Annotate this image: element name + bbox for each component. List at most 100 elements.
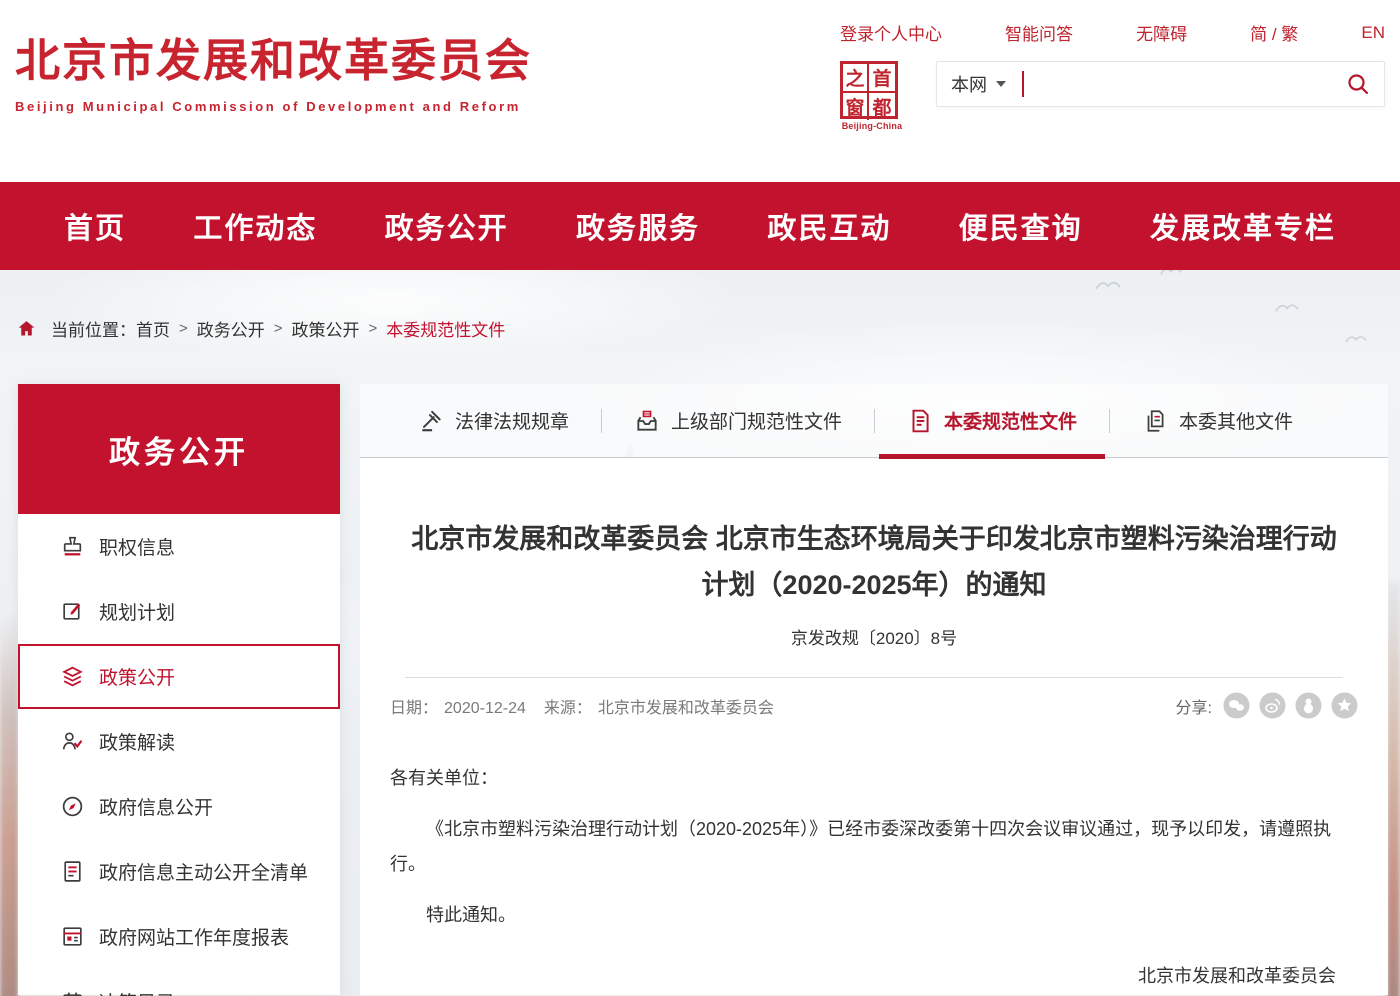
- search-row: 之 首 窗 都 Beijing-China 本网: [840, 61, 1385, 131]
- top-links: 登录个人中心 智能问答 无障碍 简 / 繁 EN: [840, 20, 1385, 45]
- sidebar-item-plans[interactable]: 规划计划: [18, 579, 340, 644]
- article-meta: 日期： 2020-12-24 来源： 北京市发展和改革委员会: [390, 694, 780, 718]
- search-scope-dropdown[interactable]: 本网: [951, 71, 1006, 97]
- closing-line: 特此通知。: [390, 898, 1358, 933]
- tab-label: 法律法规规章: [455, 407, 569, 434]
- breadcrumb-gov-affairs[interactable]: 政务公开: [197, 316, 265, 341]
- main-layout: 政务公开 职权信息 规划计划 政策: [0, 384, 1400, 995]
- sidebar-item-annual-website-report[interactable]: 政府网站工作年度报表: [18, 904, 340, 969]
- sidebar-item-label: 政策解读: [99, 728, 175, 755]
- sidebar-item-policy-disclosure[interactable]: 政策公开: [18, 644, 340, 709]
- sidebar-title: 政务公开: [18, 384, 340, 514]
- breadcrumb-separator: >: [274, 320, 283, 337]
- capital-window-logo[interactable]: 之 首 窗 都 Beijing-China: [840, 61, 904, 131]
- bird-watermark: [1095, 277, 1121, 291]
- english-link[interactable]: EN: [1361, 23, 1385, 43]
- smart-qa-link[interactable]: 智能问答: [1005, 20, 1073, 45]
- breadcrumb-policy[interactable]: 政策公开: [292, 316, 360, 341]
- date-label: 日期：: [390, 700, 438, 717]
- breadcrumb-home[interactable]: 首页: [136, 316, 170, 341]
- sidebar-item-gov-info-disclosure[interactable]: 政府信息公开: [18, 774, 340, 839]
- date-value: 2020-12-24: [444, 700, 526, 717]
- tab-label: 本委规范性文件: [944, 407, 1077, 434]
- nav-item-home[interactable]: 首页: [64, 205, 126, 247]
- header-right: 登录个人中心 智能问答 无障碍 简 / 繁 EN 之 首 窗 都 Beijing…: [840, 20, 1385, 150]
- accessibility-link[interactable]: 无障碍: [1136, 20, 1187, 45]
- breadcrumb-separator: >: [179, 320, 188, 337]
- search-input[interactable]: [1034, 75, 1346, 93]
- article-body: 各有关单位： 《北京市塑料污染治理行动计划（2020-2025年）》已经市委深改…: [390, 761, 1358, 994]
- sidebar-item-label: 职权信息: [99, 533, 175, 560]
- simplified-traditional-link[interactable]: 简 / 繁: [1250, 20, 1298, 45]
- content-background: 首页 工作动态 政务公开 政务服务 政民互动 便民查询 发展改革专栏 当前位置：…: [0, 182, 1400, 996]
- body-paragraph: 《北京市塑料污染治理行动计划（2020-2025年）》已经市委深改委第十四次会议…: [390, 812, 1358, 882]
- seal-char: 窗: [843, 93, 869, 120]
- meta-row: 日期： 2020-12-24 来源： 北京市发展和改革委员会 分享:: [390, 678, 1358, 719]
- nav-item-convenient-query[interactable]: 便民查询: [959, 205, 1083, 247]
- signature: 北京市发展和改革委员会: [390, 959, 1358, 994]
- calendar-icon: [60, 989, 85, 996]
- tab-commission-normative-documents[interactable]: 本委规范性文件: [875, 384, 1109, 457]
- main-nav: 首页 工作动态 政务公开 政务服务 政民互动 便民查询 发展改革专栏: [0, 182, 1400, 270]
- chevron-down-icon: [996, 81, 1006, 87]
- tab-label: 上级部门规范性文件: [671, 407, 842, 434]
- report-table-icon: [60, 924, 85, 949]
- breadcrumb-separator: >: [369, 320, 378, 337]
- seal-char: 首: [869, 64, 895, 93]
- nav-item-gov-services[interactable]: 政务服务: [576, 205, 700, 247]
- sidebar-item-policy-interpretation[interactable]: 政策解读: [18, 709, 340, 774]
- sidebar-item-label: 政府信息主动公开全清单: [99, 858, 308, 885]
- sidebar-item-label: 政策公开: [99, 663, 175, 690]
- site-subtitle: Beijing Municipal Commission of Developm…: [15, 99, 532, 114]
- sidebar-item-label: 政府信息公开: [99, 793, 213, 820]
- document-number: 京发改规〔2020〕8号: [390, 624, 1358, 649]
- sidebar-item-label: 政府网站工作年度报表: [99, 923, 289, 950]
- nav-item-work-updates[interactable]: 工作动态: [193, 205, 317, 247]
- breadcrumb-current: 本委规范性文件: [386, 316, 505, 341]
- main-column: 法律法规规章 上级部门规范性文件 本委规范性文件: [360, 384, 1388, 995]
- wechat-icon[interactable]: [1223, 692, 1250, 719]
- nav-item-interaction[interactable]: 政民互动: [767, 205, 891, 247]
- sidebar-item-decision-catalog[interactable]: 决策目录: [18, 969, 340, 996]
- tab-superior-normative-documents[interactable]: 上级部门规范性文件: [602, 384, 874, 457]
- gavel-icon: [418, 408, 444, 434]
- sidebar-item-proactive-disclosure-list[interactable]: 政府信息主动公开全清单: [18, 839, 340, 904]
- star-icon[interactable]: [1331, 692, 1358, 719]
- text-caret: [1022, 71, 1024, 97]
- article-card: 北京市发展和改革委员会 北京市生态环境局关于印发北京市塑料污染治理行动计划（20…: [360, 458, 1388, 995]
- page: 北京市发展和改革委员会 Beijing Municipal Commission…: [0, 0, 1400, 996]
- weibo-icon[interactable]: [1259, 692, 1286, 719]
- tab-bar: 法律法规规章 上级部门规范性文件 本委规范性文件: [360, 384, 1388, 458]
- bird-watermark: [1275, 300, 1299, 313]
- nav-item-gov-affairs[interactable]: 政务公开: [385, 205, 509, 247]
- stamp-icon: [60, 534, 85, 559]
- document-icon: [907, 408, 933, 434]
- salutation: 各有关单位：: [390, 761, 1358, 796]
- search-bar: 本网: [936, 61, 1385, 107]
- home-icon: [16, 318, 37, 339]
- seal-char: 之: [843, 64, 869, 93]
- tab-laws-regulations[interactable]: 法律法规规章: [386, 384, 601, 457]
- share-bar: 分享:: [1176, 692, 1358, 719]
- source-label: 来源：: [544, 700, 592, 717]
- sidebar-item-authority-info[interactable]: 职权信息: [18, 514, 340, 579]
- tab-commission-other-documents[interactable]: 本委其他文件: [1110, 384, 1325, 457]
- layers-icon: [60, 664, 85, 689]
- capital-window-seal: 之 首 窗 都: [840, 61, 898, 119]
- search-icon[interactable]: [1346, 72, 1370, 96]
- qq-icon[interactable]: [1295, 692, 1322, 719]
- sidebar-item-label: 规划计划: [99, 598, 175, 625]
- inbox-icon: [634, 408, 660, 434]
- files-icon: [1142, 408, 1168, 434]
- tab-label: 本委其他文件: [1179, 407, 1293, 434]
- source-value: 北京市发展和改革委员会: [598, 700, 774, 717]
- breadcrumb-location-label: 当前位置：: [51, 316, 136, 341]
- login-center-link[interactable]: 登录个人中心: [840, 20, 942, 45]
- nav-item-reform-column[interactable]: 发展改革专栏: [1150, 205, 1336, 247]
- person-check-icon: [60, 729, 85, 754]
- site-logo: 北京市发展和改革委员会 Beijing Municipal Commission…: [15, 24, 532, 150]
- sidebar-item-label: 决策目录: [99, 988, 175, 996]
- search-scope-label: 本网: [951, 71, 987, 97]
- breadcrumb: 当前位置： 首页 > 政务公开 > 政策公开 > 本委规范性文件: [16, 316, 1400, 341]
- share-label: 分享:: [1176, 694, 1212, 718]
